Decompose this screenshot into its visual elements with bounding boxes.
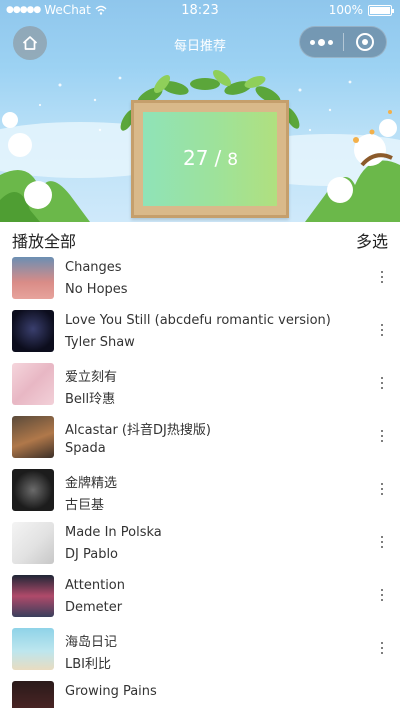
album-cover (12, 681, 54, 708)
song-title: Attention (65, 578, 125, 593)
song-row[interactable]: Love You Still (abcdefu romantic version… (0, 308, 400, 361)
album-cover (12, 310, 54, 352)
song-row[interactable]: Attention Demeter (0, 573, 400, 626)
date-board-inner: 27/8 (143, 112, 277, 206)
song-row[interactable]: 爱立刻有 Bell玲惠 (0, 361, 400, 414)
multi-select-button[interactable]: 多选 (356, 228, 388, 252)
song-more-icon[interactable] (378, 640, 386, 656)
song-artist: Tyler Shaw (65, 335, 135, 350)
banner: ●●●●● WeChat 18:23 100% 每日推荐 27/8 (0, 0, 400, 222)
song-title: 金牌精选 (65, 476, 118, 491)
song-more-icon[interactable] (378, 428, 386, 444)
song-row[interactable]: 金牌精选 古巨基 (0, 467, 400, 520)
more-dots-icon[interactable] (300, 26, 343, 58)
album-cover (12, 416, 54, 458)
status-right: 100% (328, 3, 394, 17)
album-cover (12, 363, 54, 405)
date-board: 27/8 (131, 100, 289, 218)
song-title: 爱立刻有 (65, 370, 118, 385)
date-separator: / (214, 146, 222, 170)
song-more-icon[interactable] (378, 322, 386, 338)
song-more-icon[interactable] (378, 481, 386, 497)
song-row[interactable]: Growing Pains (0, 679, 400, 708)
song-artist: 古巨基 (65, 498, 105, 513)
song-title: Love You Still (abcdefu romantic version… (65, 313, 331, 328)
date-month: 8 (227, 150, 239, 170)
song-artist: No Hopes (65, 282, 128, 297)
song-row[interactable]: Alcastar (抖音DJ热搜版) Spada (0, 414, 400, 467)
song-artist: LBI利比 (65, 657, 111, 672)
list-header: 播放全部 多选 (0, 222, 400, 252)
song-more-icon[interactable] (378, 375, 386, 391)
album-cover (12, 628, 54, 670)
album-cover (12, 469, 54, 511)
song-more-icon[interactable] (378, 269, 386, 285)
song-title: Growing Pains (65, 684, 157, 699)
song-list: Changes No Hopes Love You Still (abcdefu… (0, 255, 400, 708)
date-day: 27 (183, 146, 209, 170)
song-title: Made In Polska (65, 525, 162, 540)
album-cover (12, 575, 54, 617)
song-artist: Spada (65, 441, 106, 456)
mini-program-capsule (299, 26, 387, 58)
song-artist: Demeter (65, 600, 123, 615)
song-more-icon[interactable] (378, 534, 386, 550)
song-artist: Bell玲惠 (65, 392, 116, 407)
song-artist: DJ Pablo (65, 547, 119, 562)
date-display: 27/8 (183, 146, 238, 170)
battery-icon (368, 4, 394, 16)
mini-program-close-icon[interactable] (344, 26, 386, 58)
song-row[interactable]: Changes No Hopes (0, 255, 400, 308)
song-more-icon[interactable] (378, 587, 386, 603)
status-bar: ●●●●● WeChat 18:23 100% (0, 0, 400, 22)
song-title: Alcastar (抖音DJ热搜版) (65, 423, 211, 438)
album-cover (12, 522, 54, 564)
play-all-button[interactable]: 播放全部 (12, 228, 76, 252)
battery-percent: 100% (328, 3, 363, 17)
album-cover (12, 257, 54, 299)
song-row[interactable]: Made In Polska DJ Pablo (0, 520, 400, 573)
song-title: 海岛日记 (65, 635, 118, 650)
song-row[interactable]: 海岛日记 LBI利比 (0, 626, 400, 679)
song-title: Changes (65, 260, 122, 275)
nav-bar: 每日推荐 (0, 26, 400, 62)
